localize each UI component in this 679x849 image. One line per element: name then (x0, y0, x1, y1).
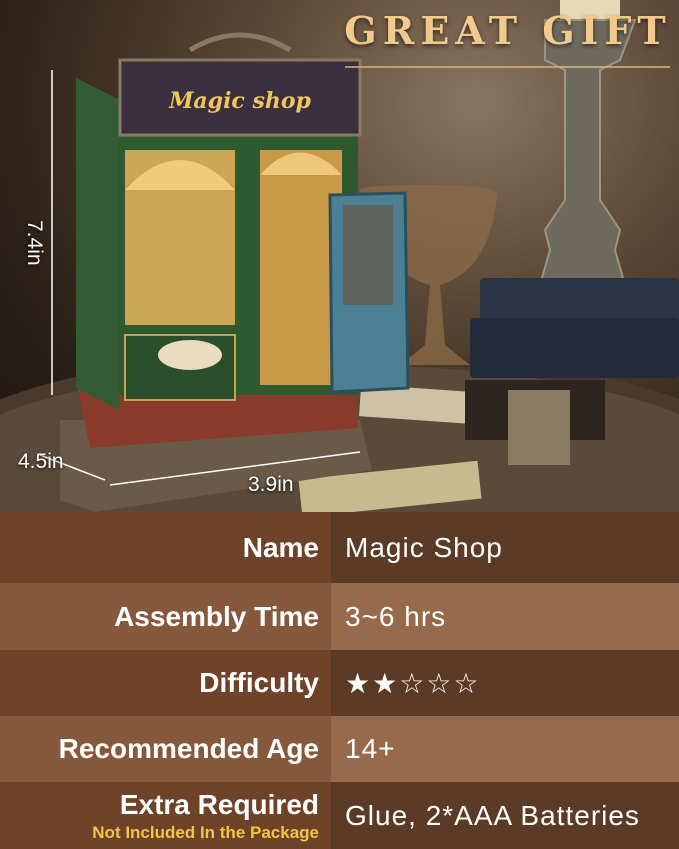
spec-label: Difficulty (0, 650, 331, 716)
headline: GREAT GIFT (344, 8, 672, 53)
spec-row-extra-required: Extra Required Not Included In the Packa… (0, 782, 679, 849)
product-infographic: Magic shop GREAT GIFT 7.4in 4.5in 3.9in … (0, 0, 679, 849)
spec-value: Glue, 2*AAA Batteries (331, 782, 679, 849)
spec-value: Magic Shop (331, 512, 679, 583)
small-box (508, 390, 570, 465)
spec-label: Name (0, 512, 331, 583)
panel-badge (158, 340, 222, 370)
door-window (343, 205, 393, 305)
spec-row-name: Name Magic Shop (0, 512, 679, 583)
spec-label: Extra Required Not Included In the Packa… (0, 782, 331, 849)
shop-sign-text: Magic shop (168, 88, 311, 114)
spec-value: 14+ (331, 716, 679, 782)
spec-value: 3~6 hrs (331, 583, 679, 650)
spec-row-recommended-age: Recommended Age 14+ (0, 716, 679, 782)
product-photo: Magic shop GREAT GIFT 7.4in 4.5in 3.9in (0, 0, 679, 512)
shop-side-wall (76, 78, 120, 410)
spec-label: Recommended Age (0, 716, 331, 782)
spec-label-text: Recommended Age (58, 733, 319, 764)
spec-label-text: Name (242, 531, 319, 563)
width-dimension-label: 3.9in (248, 473, 294, 496)
spec-value: ★★☆☆☆ (331, 650, 679, 716)
difficulty-rating-stars: ★★☆☆☆ (345, 666, 481, 700)
spec-table: Name Magic Shop Assembly Time 3~6 hrs Di… (0, 512, 679, 849)
book-bottom (470, 318, 679, 378)
spec-row-assembly-time: Assembly Time 3~6 hrs (0, 583, 679, 650)
spec-label: Assembly Time (0, 583, 331, 650)
spec-label-text: Assembly Time (114, 600, 319, 632)
spec-label-text: Extra Required (119, 788, 319, 820)
sign-arch (188, 32, 292, 53)
spec-row-difficulty: Difficulty ★★☆☆☆ (0, 650, 679, 716)
depth-dimension-label: 4.5in (18, 450, 64, 473)
spec-sublabel-text: Not Included In the Package (92, 822, 319, 842)
height-dimension-label: 7.4in (23, 220, 46, 266)
spec-label-text: Difficulty (199, 667, 319, 698)
candlestick (538, 19, 637, 286)
shop-illustration: Magic shop (0, 0, 679, 512)
